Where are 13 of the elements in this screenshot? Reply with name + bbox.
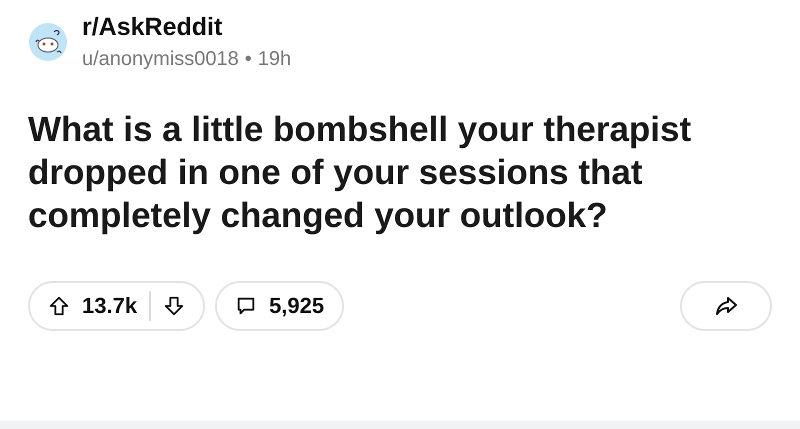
subreddit-name[interactable]: r/AskReddit — [82, 12, 292, 42]
subreddit-avatar-icon — [28, 22, 68, 62]
comments-button[interactable]: 5,925 — [215, 281, 344, 331]
speech-bubble-icon — [235, 295, 258, 317]
share-arrow-icon — [714, 294, 738, 318]
post-age: 19h — [258, 47, 292, 72]
downvote-icon[interactable] — [163, 295, 186, 317]
post-title: What is a little bombshell your therapist dropped in one of your sessions that completely changed your outlook? — [27, 109, 692, 237]
upvote-icon[interactable] — [48, 295, 70, 317]
share-button[interactable] — [680, 281, 772, 331]
vote-score: 13.7k — [82, 293, 138, 319]
author-name[interactable]: u/anonymiss0018 — [82, 46, 239, 72]
separator-dot: • — [244, 47, 252, 72]
